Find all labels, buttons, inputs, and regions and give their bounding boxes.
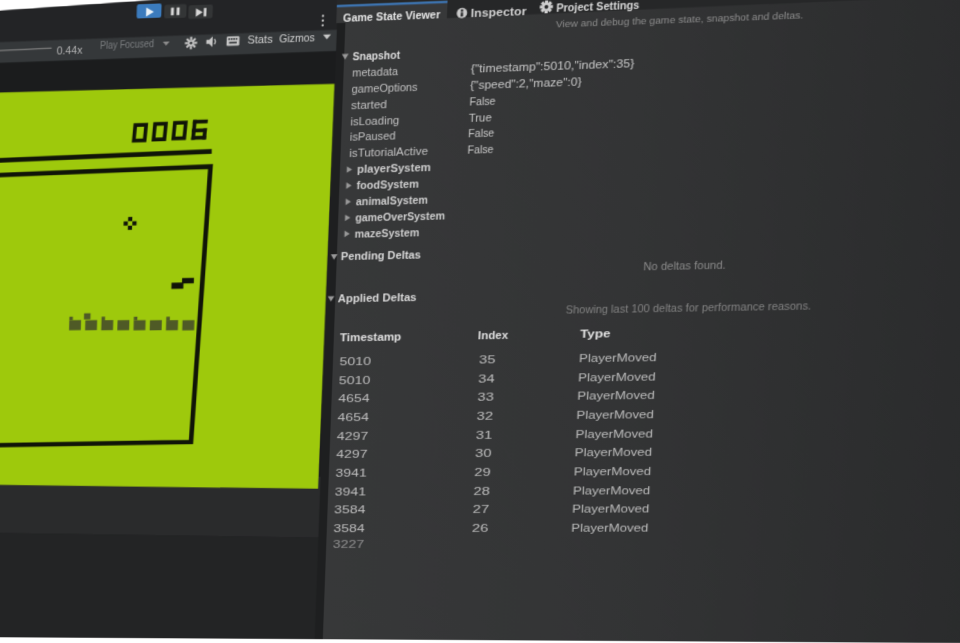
svg-text:gameOptions: gameOptions (351, 81, 418, 96)
svg-text:4297: 4297 (337, 430, 369, 443)
svg-text:5010: 5010 (339, 374, 372, 387)
svg-text:4297: 4297 (336, 448, 368, 461)
svg-text:PlayerMoved: PlayerMoved (573, 484, 651, 498)
svg-text:Snapshot: Snapshot (352, 49, 400, 63)
svg-text:30: 30 (475, 447, 493, 460)
svg-text:isPaused: isPaused (350, 131, 396, 145)
svg-text:PlayerMoved: PlayerMoved (571, 521, 649, 534)
svg-text:5010: 5010 (339, 355, 372, 369)
svg-text:PlayerMoved: PlayerMoved (575, 427, 653, 441)
svg-text:0.44x: 0.44x (56, 46, 83, 58)
svg-text:Type: Type (580, 328, 611, 341)
svg-text:False: False (468, 128, 495, 141)
svg-text:False: False (467, 144, 494, 157)
svg-text:3941: 3941 (335, 485, 367, 498)
svg-text:33: 33 (477, 391, 494, 404)
svg-text:PlayerMoved: PlayerMoved (574, 446, 652, 460)
svg-text:Inspector: Inspector (471, 6, 528, 21)
svg-text:isLoading: isLoading (350, 114, 399, 128)
svg-text:Play Focused: Play Focused (100, 38, 154, 52)
svg-text:Timestamp: Timestamp (340, 332, 402, 345)
svg-text:metadata: metadata (352, 66, 399, 80)
svg-text:No deltas found.: No deltas found. (643, 261, 726, 274)
svg-text:Applied Deltas: Applied Deltas (338, 292, 417, 306)
svg-text:Index: Index (478, 330, 509, 343)
svg-text:gameOverSystem: gameOverSystem (355, 210, 445, 224)
svg-text:playerSystem: playerSystem (357, 162, 431, 176)
svg-text:26: 26 (472, 522, 489, 535)
svg-text:PlayerMoved: PlayerMoved (577, 389, 655, 403)
svg-text:32: 32 (476, 410, 493, 423)
svg-text:3584: 3584 (333, 522, 365, 535)
svg-text:3227: 3227 (333, 538, 365, 551)
svg-text:PlayerMoved: PlayerMoved (578, 370, 656, 384)
svg-text:Stats: Stats (247, 34, 273, 47)
svg-text:Gizmos: Gizmos (279, 32, 316, 46)
svg-text:foodSystem: foodSystem (356, 179, 419, 193)
svg-text:4654: 4654 (338, 392, 371, 405)
svg-text:31: 31 (476, 428, 493, 441)
svg-text:PlayerMoved: PlayerMoved (579, 351, 657, 365)
svg-text:animalSystem: animalSystem (356, 194, 428, 208)
svg-text:35: 35 (479, 353, 497, 366)
svg-text:PlayerMoved: PlayerMoved (574, 465, 652, 479)
svg-text:3584: 3584 (334, 504, 366, 517)
svg-text:3941: 3941 (335, 467, 367, 480)
svg-text:28: 28 (473, 485, 490, 498)
svg-text:Pending Deltas: Pending Deltas (341, 250, 421, 264)
svg-text:PlayerMoved: PlayerMoved (576, 408, 654, 422)
svg-text:34: 34 (478, 372, 496, 385)
svg-text:started: started (351, 99, 387, 112)
svg-text:mazeSystem: mazeSystem (355, 227, 420, 241)
svg-text:True: True (469, 112, 492, 125)
svg-text:False: False (469, 95, 496, 108)
svg-text:27: 27 (472, 503, 489, 516)
svg-text:isTutorialActive: isTutorialActive (349, 146, 428, 161)
svg-text:PlayerMoved: PlayerMoved (572, 503, 650, 516)
svg-text:4654: 4654 (337, 411, 370, 424)
svg-text:29: 29 (474, 466, 491, 479)
